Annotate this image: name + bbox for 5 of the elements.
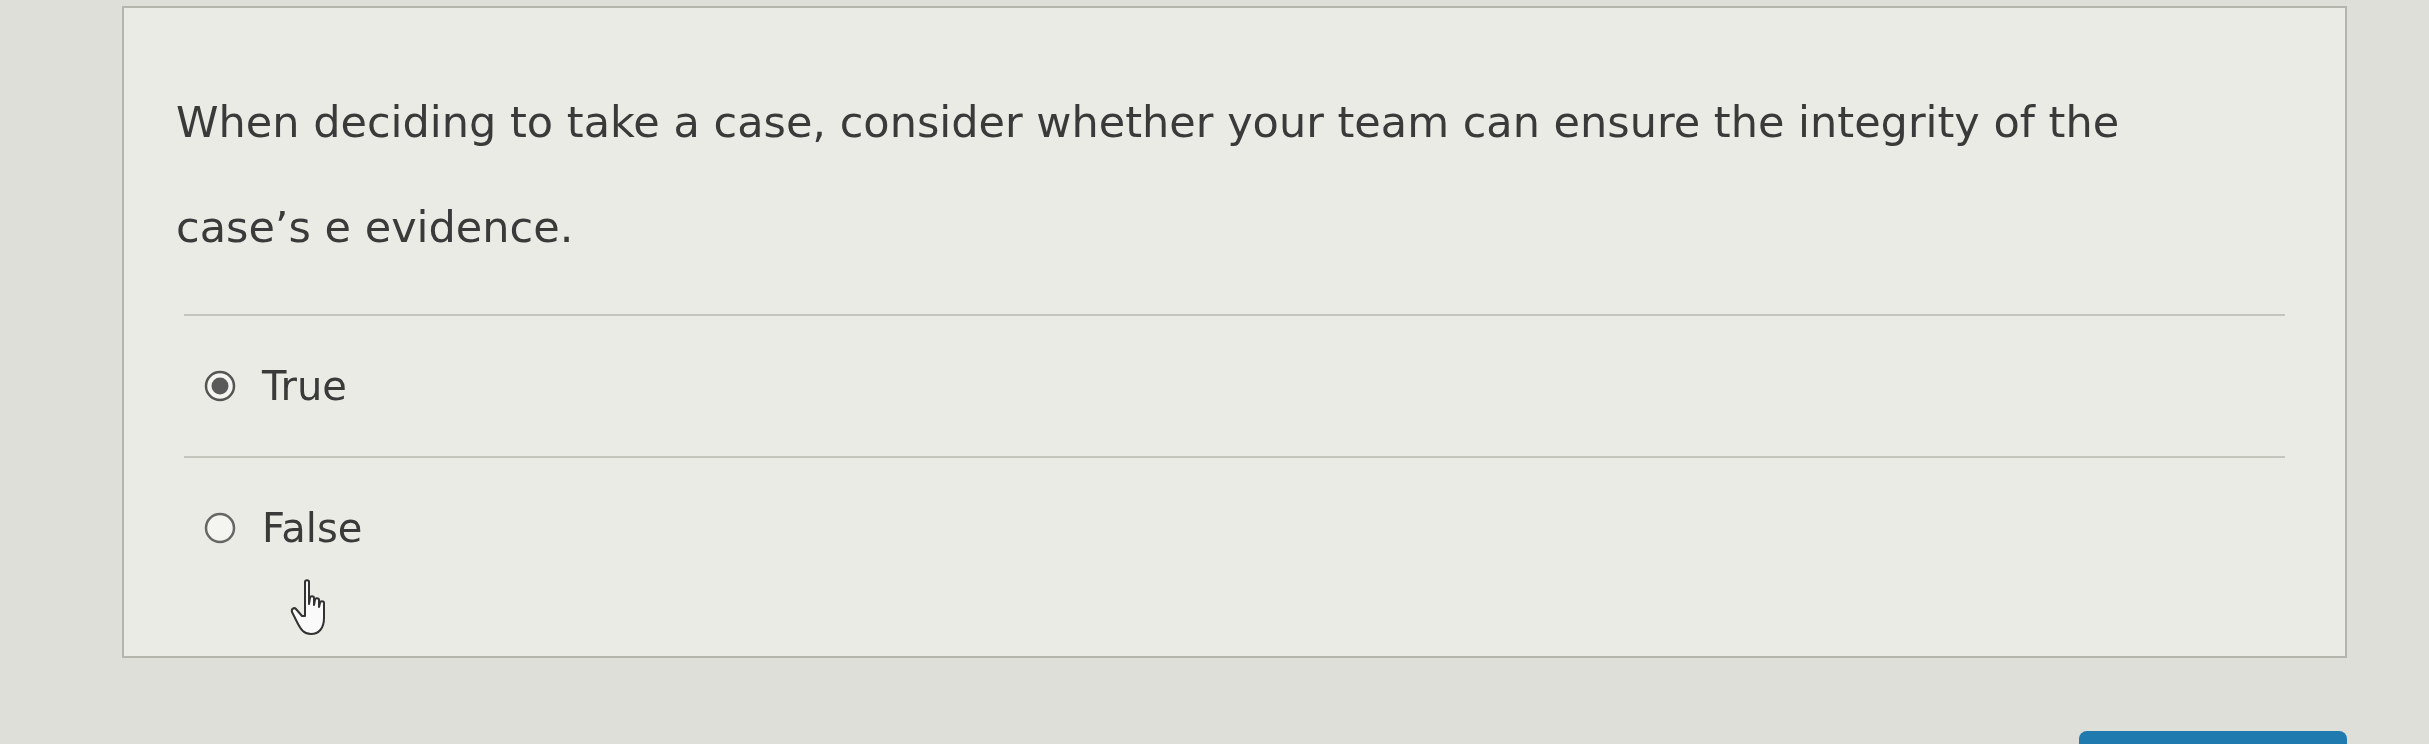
question-text: When deciding to take a case, consider whether your team can ensure the integrity of the case’s e evidence.: [176, 96, 2121, 254]
radio-button[interactable]: [204, 512, 236, 544]
radio-button[interactable]: [204, 370, 236, 402]
option-label[interactable]: True: [262, 363, 347, 409]
option-label[interactable]: False: [262, 505, 363, 551]
